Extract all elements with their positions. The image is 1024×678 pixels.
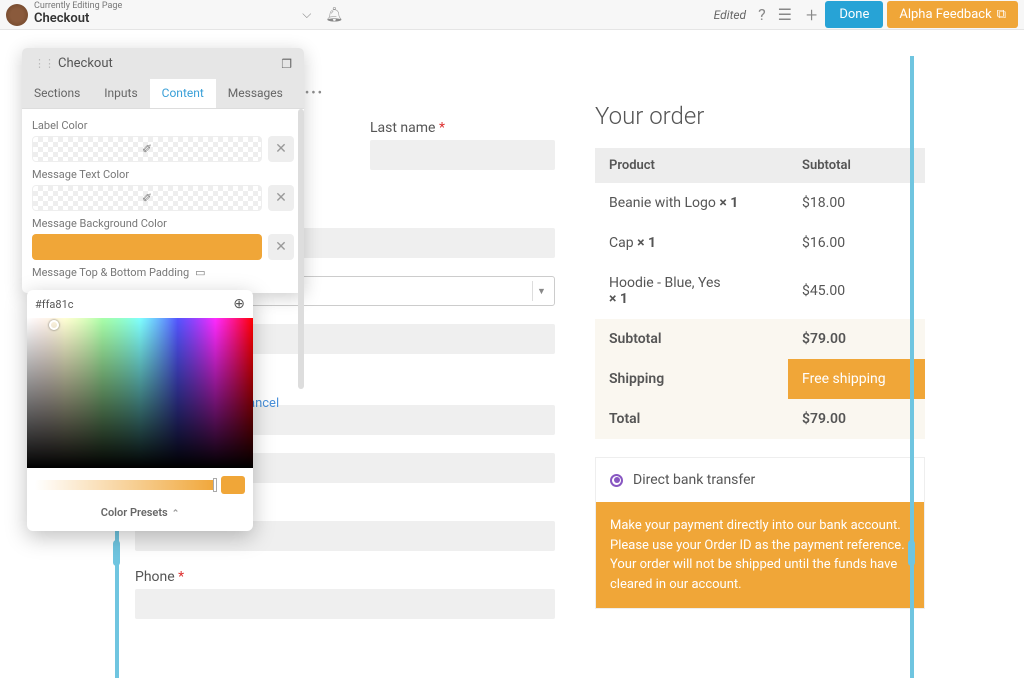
external-link-icon: ⧉ [997, 7, 1006, 22]
page-meta: Currently Editing Page Checkout [34, 2, 122, 26]
order-title: Your order [595, 102, 925, 130]
panel-title: Checkout [58, 56, 281, 71]
tab-sections[interactable]: Sections [22, 79, 92, 108]
message-padding-label: Message Top & Bottom Padding▭ [32, 266, 294, 279]
table-cell: Beanie with Logo × 1 [595, 183, 788, 223]
message-text-color-label: Message Text Color [32, 168, 294, 181]
app-logo [6, 4, 28, 26]
sv-cursor[interactable] [49, 320, 59, 330]
table-cell: Cap × 1 [595, 223, 788, 263]
tab-content[interactable]: Content [150, 79, 216, 108]
scrollbar[interactable] [298, 109, 304, 389]
payment-method-label: Direct bank transfer [633, 472, 755, 488]
drag-handle-icon[interactable]: ⋮⋮ [34, 57, 54, 70]
done-button[interactable]: Done [825, 1, 883, 28]
edited-status: Edited [714, 8, 746, 22]
field-label-lastname: Last name * [370, 120, 555, 136]
eyedropper-icon[interactable]: ✐ [142, 191, 152, 205]
add-icon[interactable]: + [806, 3, 817, 27]
list-icon[interactable]: ☰ [778, 5, 792, 24]
eyedropper-icon[interactable]: ✐ [142, 142, 152, 156]
color-presets-toggle[interactable]: Color Presets⌃ [27, 502, 253, 523]
order-table: ProductSubtotal Beanie with Logo × 1$18.… [595, 148, 925, 439]
clear-color-button[interactable]: ✕ [268, 136, 294, 162]
add-preset-icon[interactable]: ⊕ [233, 296, 245, 312]
col-subtotal: Subtotal [788, 148, 925, 183]
alpha-feedback-button[interactable]: Alpha Feedback⧉ [887, 1, 1018, 28]
page-title: Checkout [34, 12, 122, 26]
settings-panel: ⋮⋮ Checkout ❐ Sections Inputs Content Me… [22, 48, 304, 293]
current-color-swatch [221, 476, 245, 494]
saturation-value-area[interactable] [27, 318, 253, 468]
payment-box: Direct bank transfer Make your payment d… [595, 457, 925, 609]
window-icon[interactable]: ❐ [281, 57, 292, 71]
chevron-up-icon: ⌃ [172, 509, 180, 519]
devices-icon[interactable]: ▭ [195, 266, 205, 279]
message-bg-color-swatch[interactable] [32, 234, 262, 260]
message-text-color-swatch[interactable]: ✐ [32, 185, 262, 211]
alpha-slider[interactable] [35, 480, 217, 490]
col-product: Product [595, 148, 788, 183]
slider-thumb[interactable] [213, 478, 217, 492]
tab-messages[interactable]: Messages [216, 79, 295, 108]
payment-message: Make your payment directly into our bank… [596, 502, 924, 608]
resize-handle-right[interactable] [908, 540, 915, 566]
frame-edge-right [910, 56, 914, 678]
clear-color-button[interactable]: ✕ [268, 185, 294, 211]
radio-selected[interactable] [610, 474, 623, 487]
label-color-label: Label Color [32, 119, 294, 132]
field-label-phone: Phone * [135, 569, 555, 585]
tab-inputs[interactable]: Inputs [92, 79, 149, 108]
hex-input[interactable] [35, 298, 233, 311]
resize-handle-left[interactable] [113, 540, 120, 566]
color-picker: ⊕ Color Presets⌃ [27, 290, 253, 531]
label-color-swatch[interactable]: ✐ [32, 136, 262, 162]
bell-icon[interactable]: 🔔︎ [325, 7, 343, 23]
phone-input[interactable] [135, 589, 555, 619]
help-icon[interactable]: ? [758, 5, 766, 24]
clear-color-button[interactable]: ✕ [268, 234, 294, 260]
lastname-input[interactable] [370, 140, 555, 170]
chevron-down-icon[interactable]: ⌵ [302, 7, 311, 22]
table-cell: Hoodie - Blue, Yes × 1 [595, 263, 788, 319]
chevron-down-icon: ▼ [532, 281, 550, 301]
more-icon[interactable]: ••• [295, 79, 334, 108]
message-bg-color-label: Message Background Color [32, 217, 294, 230]
